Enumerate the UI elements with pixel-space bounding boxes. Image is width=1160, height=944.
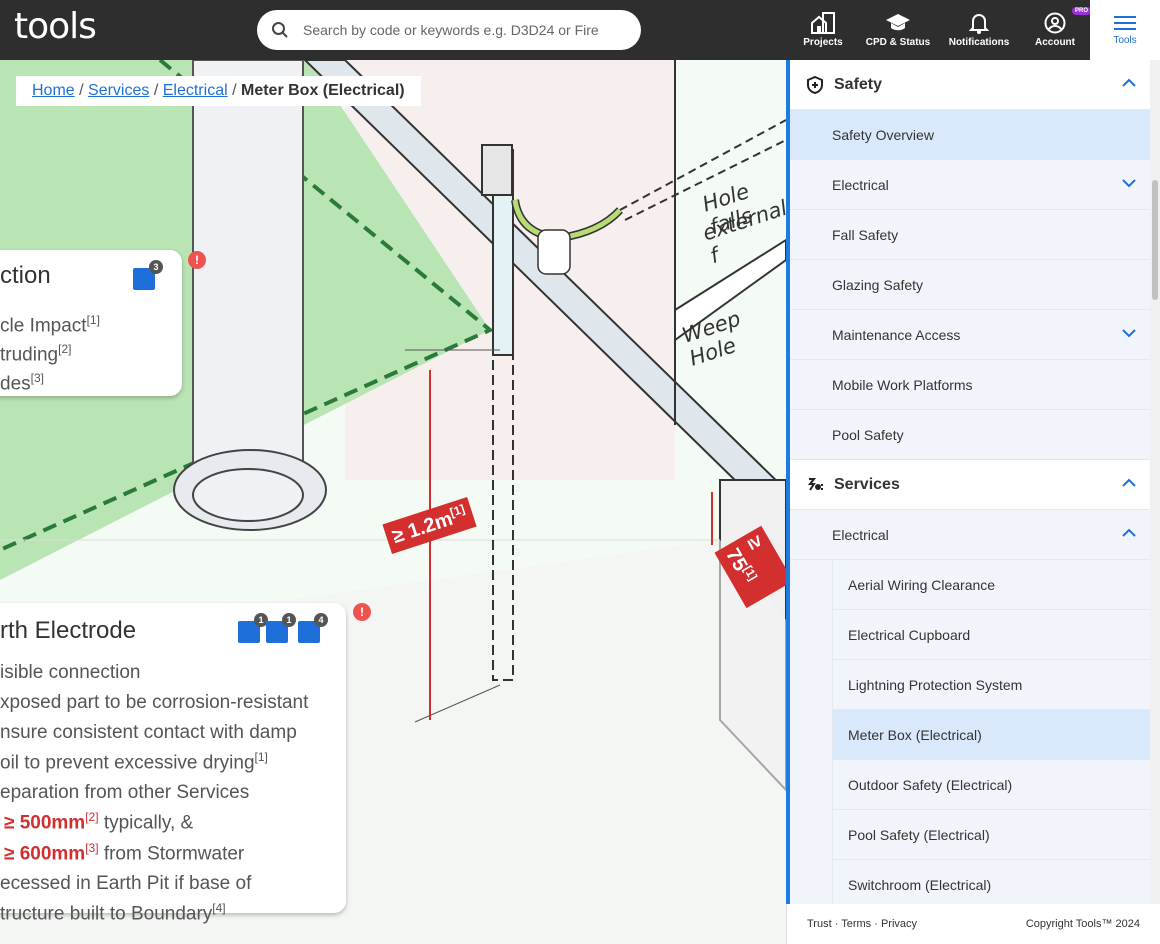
copyright: Copyright Tools™ 2024 (1025, 918, 1140, 930)
sidebar-section-safety[interactable]: Safety (790, 60, 1150, 110)
card-line: des[3] (0, 370, 44, 394)
search-icon (272, 22, 288, 38)
card-line: oil to prevent excessive drying[1] (0, 750, 268, 774)
card-line: nsure consistent contact with damp (0, 722, 297, 743)
sidebar-item-label: Electrical (832, 526, 889, 543)
card-line: truding[2] (0, 342, 72, 366)
nav-projects[interactable]: Projects (800, 0, 846, 60)
card-line: tructure built to Boundary[4] (0, 900, 226, 925)
illustration-area: Hole falls external f Weep Hole ≥ 1.2m[1… (0, 60, 786, 944)
pro-badge: PRO (1072, 7, 1092, 15)
sidebar-item-electrical[interactable]: Electrical (790, 160, 1150, 210)
sidebar-item-label: Outdoor Safety (Electrical) (848, 776, 1013, 793)
graduation-cap-icon (886, 14, 910, 31)
card-line: ≥ 600mm[3] from Stormwater (4, 840, 245, 864)
trust-link[interactable]: Trust (807, 918, 832, 930)
search-input[interactable] (303, 22, 623, 38)
nav-account[interactable]: PRO Account (1030, 0, 1092, 60)
sidebar-item-label: Pool Safety (Electrical) (848, 826, 990, 843)
sidebar-item-electrical-cupboard[interactable]: Electrical Cupboard (832, 610, 1150, 660)
nav-tools[interactable]: Tools (1090, 0, 1160, 60)
nav-notifications[interactable]: Notifications (946, 0, 1012, 60)
sidebar-item-maintenance-access[interactable]: Maintenance Access (790, 310, 1150, 360)
sidebar-section-services[interactable]: Services (790, 460, 1150, 510)
protection-card[interactable]: ction 3 cle Impact[1] truding[2] des[3] (0, 250, 182, 396)
card-line: eparation from other Services (0, 782, 250, 804)
sidebar-item-label: Safety Overview (832, 126, 934, 143)
sidebar-item-label: Pool Safety (832, 426, 904, 443)
sidebar-item-pool-safety[interactable]: Pool Safety (790, 410, 1150, 460)
nav-cpd-status[interactable]: CPD & Status (862, 0, 934, 60)
chevron-down-icon (1122, 329, 1136, 338)
sidebar-item-label: Switchroom (Electrical) (848, 876, 992, 893)
search-box (257, 10, 641, 50)
shield-icon (807, 75, 823, 94)
sidebar-item-label: Maintenance Access (832, 326, 961, 343)
sidebar-item-label: Aerial Wiring Clearance (848, 576, 996, 593)
quotes-icon[interactable]: 4 (298, 613, 328, 643)
card-line: ≥ 500mm[2] typically, & (4, 810, 194, 834)
privacy-link[interactable]: Privacy (881, 918, 917, 930)
sidebar-item-label: Electrical (832, 176, 889, 193)
plug-icon (807, 477, 823, 491)
sidebar-item-fall-safety[interactable]: Fall Safety (790, 210, 1150, 260)
warning-icon[interactable]: ! (188, 251, 206, 269)
sidebar-item-safety-overview[interactable]: Safety Overview (790, 110, 1150, 160)
card-title: ction (0, 262, 51, 289)
sidebar-item-label: Services (834, 475, 900, 493)
chevron-up-icon (1122, 528, 1136, 537)
breadcrumb-services[interactable]: Services (88, 82, 149, 99)
sidebar-item-services-electrical[interactable]: Electrical (790, 510, 1150, 560)
sidebar-item-label: Mobile Work Platforms (832, 376, 973, 393)
top-header: tools Projects CPD & Status Notification… (0, 0, 1160, 60)
calculator-icon[interactable]: 1 (238, 613, 268, 643)
chevron-down-icon (1122, 179, 1136, 188)
breadcrumb-electrical[interactable]: Electrical (163, 82, 228, 99)
account-icon (1044, 12, 1066, 34)
sidebar-item-label: Glazing Safety (832, 276, 924, 293)
sidebar-item-outdoor-safety-electrical-[interactable]: Outdoor Safety (Electrical) (832, 760, 1150, 810)
menu-icon (1114, 16, 1136, 30)
card-line: isible connection (0, 662, 141, 683)
sidebar-item-glazing-safety[interactable]: Glazing Safety (790, 260, 1150, 310)
bell-icon (969, 14, 989, 34)
scrollbar-thumb[interactable] (1152, 180, 1158, 300)
card-title: rth Electrode (0, 617, 137, 644)
image-icon[interactable]: 1 (266, 613, 296, 643)
quotes-icon[interactable]: 3 (133, 260, 163, 290)
sidebar-item-label: Fall Safety (832, 226, 899, 243)
breadcrumb: Home / Services / Electrical / Meter Box… (16, 76, 421, 106)
sidebar-item-label: Meter Box (Electrical) (848, 726, 982, 743)
sidebar-item-lightning-protection-system[interactable]: Lightning Protection System (832, 660, 1150, 710)
sidebar-scrollbar[interactable] (1150, 60, 1160, 904)
chevron-up-icon (1122, 78, 1136, 87)
terms-link[interactable]: Terms (841, 918, 871, 930)
buildings-icon (811, 12, 835, 34)
sidebar-item-mobile-work-platforms[interactable]: Mobile Work Platforms (790, 360, 1150, 410)
card-line: cle Impact[1] (0, 313, 100, 337)
sidebar-item-label: Safety (834, 75, 883, 93)
breadcrumb-current: Meter Box (Electrical) (240, 82, 405, 99)
sidebar-item-meter-box-electrical-[interactable]: Meter Box (Electrical) (832, 710, 1150, 760)
sidebar-item-switchroom-electrical-[interactable]: Switchroom (Electrical) (832, 860, 1150, 904)
earth-electrode-card[interactable]: rth Electrode 1 1 4 isible connection xp… (0, 603, 346, 924)
sidebar-item-aerial-wiring-clearance[interactable]: Aerial Wiring Clearance (832, 560, 1150, 610)
footer: Trust · Terms · Privacy Copyright Tools™… (786, 904, 1160, 944)
breadcrumb-home[interactable]: Home (32, 82, 75, 99)
chevron-up-icon (1122, 478, 1136, 487)
sidebar-item-label: Electrical Cupboard (848, 626, 971, 643)
card-line: xposed part to be corrosion-resistant (0, 692, 309, 713)
sidebar-item-pool-safety-electrical-[interactable]: Pool Safety (Electrical) (832, 810, 1150, 860)
sidebar-item-label: Lightning Protection System (848, 676, 1023, 693)
logo[interactable]: tools (14, 6, 97, 47)
warning-icon[interactable]: ! (353, 603, 371, 621)
tools-sidebar: Safety Safety Overview Electrical Fall Safe… (786, 60, 1160, 904)
card-line: ecessed in Earth Pit if base of (0, 872, 252, 894)
